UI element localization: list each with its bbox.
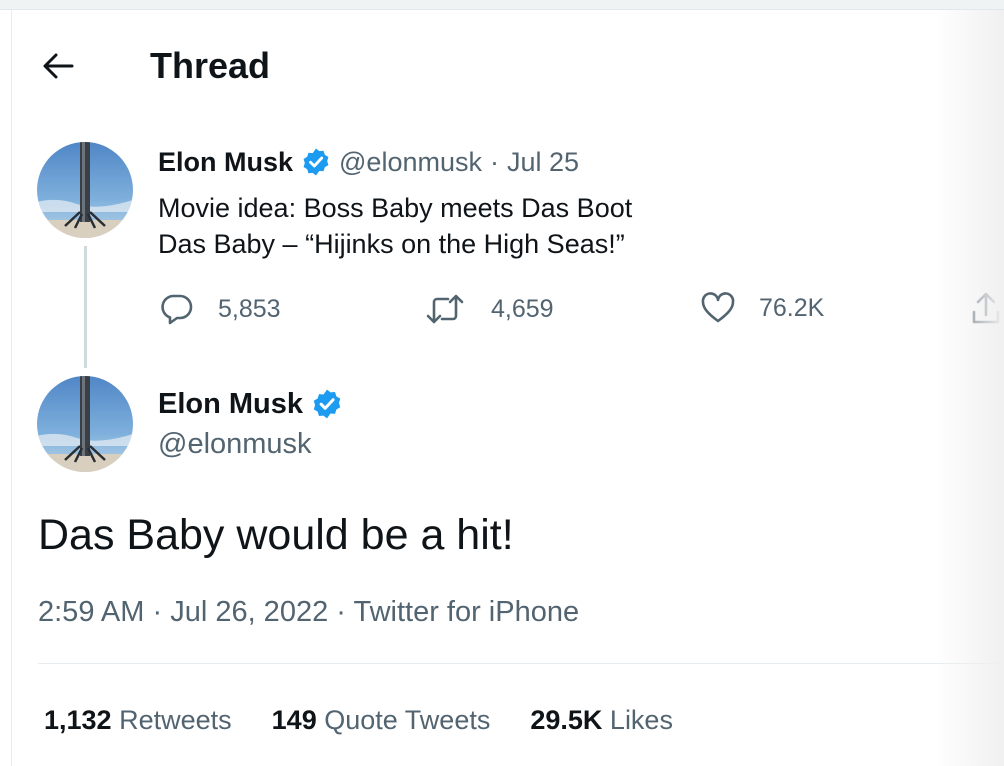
engagement-stats: 1,132 Retweets 149 Quote Tweets 29.5K Li… — [44, 702, 673, 738]
author-handle[interactable]: @elonmusk — [339, 145, 482, 179]
heart-icon — [701, 292, 735, 323]
quote-tweets-stat[interactable]: 149 Quote Tweets — [272, 702, 491, 738]
main-tweet-text: Das Baby would be a hit! — [38, 511, 514, 559]
like-button[interactable]: 76.2K — [701, 292, 824, 324]
tweet-text-line: Das Baby – “Hijinks on the High Seas!” — [158, 229, 625, 259]
avatar-image — [37, 142, 133, 238]
tweet-date[interactable]: Jul 25 — [507, 145, 579, 179]
thread-connector — [84, 246, 87, 368]
author-handle[interactable]: @elonmusk — [158, 426, 312, 462]
retweets-label: Retweets — [119, 705, 232, 735]
avatar[interactable] — [37, 376, 133, 472]
divider — [38, 663, 1004, 664]
retweet-icon — [426, 294, 464, 324]
quote-tweets-label: Quote Tweets — [324, 705, 491, 735]
quote-tweets-count: 149 — [271, 705, 317, 735]
share-button[interactable] — [971, 292, 1001, 326]
tweet-metadata: 2:59 AM · Jul 26, 2022 · Twitter for iPh… — [38, 593, 579, 631]
verified-badge-icon — [313, 389, 341, 419]
separator-dot: · — [328, 596, 354, 628]
top-border — [0, 0, 1004, 10]
tweet-time[interactable]: 2:59 AM — [38, 596, 144, 628]
tweet-text-line: Movie idea: Boss Baby meets Das Boot — [158, 193, 633, 223]
arrow-left-icon — [43, 53, 74, 79]
verified-badge-icon — [303, 148, 329, 176]
retweets-stat[interactable]: 1,132 Retweets — [44, 702, 232, 738]
likes-count: 29.5K — [530, 705, 603, 735]
column-border — [11, 10, 12, 766]
share-icon — [972, 292, 1000, 324]
retweets-count: 1,132 — [44, 705, 112, 735]
likes-stat[interactable]: 29.5K Likes — [530, 702, 673, 738]
reply-icon — [161, 294, 193, 325]
reply-count: 5,853 — [218, 294, 281, 323]
reply-button[interactable]: 5,853 — [160, 292, 281, 326]
back-button[interactable] — [36, 46, 80, 86]
avatar-image — [37, 376, 133, 472]
tweet-source-link[interactable]: Twitter for iPhone — [353, 596, 579, 628]
author-name[interactable]: Elon Musk — [158, 386, 303, 422]
author-name[interactable]: Elon Musk — [158, 145, 293, 179]
like-count: 76.2K — [759, 293, 825, 322]
parent-tweet-header: Elon Musk @elonmusk · Jul 25 — [158, 145, 579, 179]
main-tweet-author: Elon Musk — [158, 386, 343, 422]
tweet-date[interactable]: Jul 26, 2022 — [170, 596, 328, 628]
likes-label: Likes — [609, 705, 673, 735]
separator-dot: · — [144, 596, 171, 628]
separator-dot: · — [489, 147, 499, 177]
avatar[interactable] — [37, 142, 133, 238]
retweet-count: 4,659 — [491, 294, 554, 323]
screenshot-edge-shadow — [934, 10, 1004, 766]
parent-tweet-text: Movie idea: Boss Baby meets Das Boot Das… — [158, 190, 632, 262]
retweet-button[interactable]: 4,659 — [425, 292, 554, 326]
page-title: Thread — [150, 45, 271, 86]
